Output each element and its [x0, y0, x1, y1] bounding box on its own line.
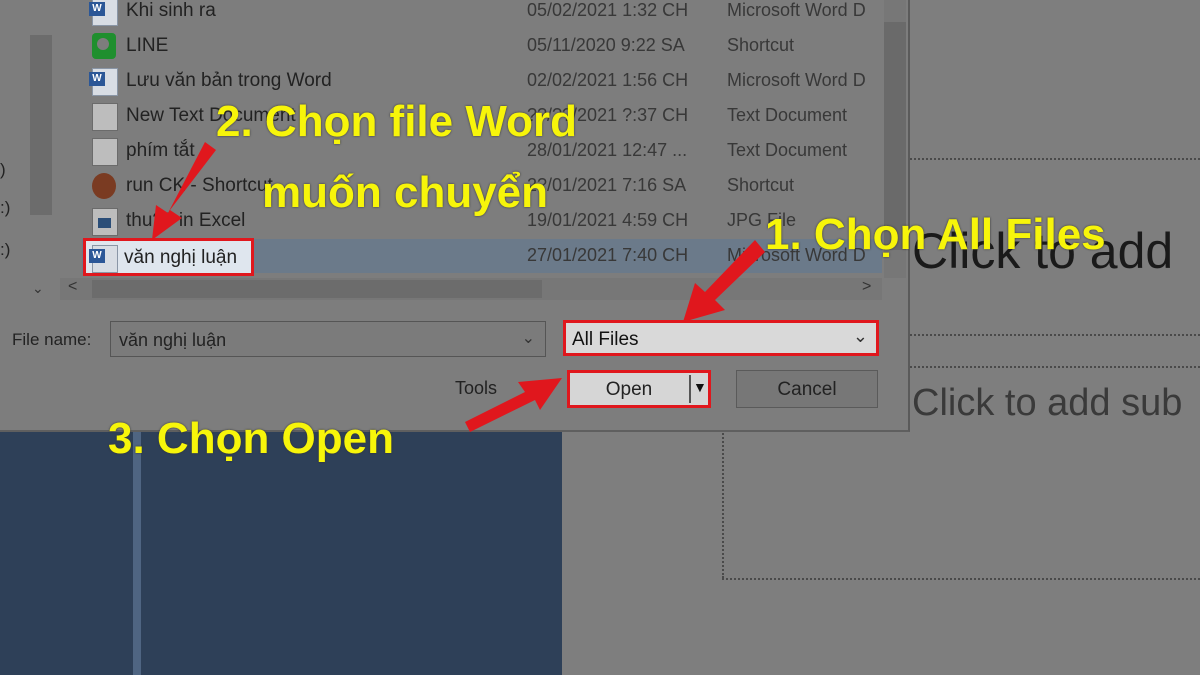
file-name: thu?? in Excel: [126, 210, 246, 231]
file-name-label: File name:: [12, 330, 92, 349]
caret-down-icon[interactable]: ▼: [693, 379, 707, 395]
file-type: Shortcut: [727, 35, 795, 55]
text-doc-icon: [92, 103, 118, 131]
pane-divider[interactable]: [133, 430, 141, 675]
file-type-dropdown[interactable]: All Files ⌄: [563, 320, 879, 356]
file-name: run CK - Shortcut: [126, 175, 273, 196]
file-date: 2?/01/2021 7:16 SA: [527, 175, 687, 195]
file-row[interactable]: Lưu văn bản trong Word 02/02/2021 1:56 C…: [82, 64, 882, 98]
file-name: Khi sinh ra: [126, 0, 216, 21]
file-date: 27/01/2021 7:40 CH: [527, 245, 689, 265]
file-row[interactable]: LINE 05/11/2020 9:22 SA Shortcut: [82, 29, 882, 63]
file-name: phím tắt: [126, 140, 195, 161]
word-doc-icon: [89, 245, 118, 273]
subtitle-placeholder[interactable]: Click to add sub: [912, 382, 1182, 425]
slides-thumbnail-pane: [0, 430, 562, 675]
line-app-icon: [92, 33, 116, 59]
file-name: LINE: [126, 35, 169, 56]
tools-menu[interactable]: Tools: [455, 378, 497, 399]
cancel-button-label: Cancel: [777, 379, 837, 400]
text-doc-icon: [92, 138, 118, 166]
nav-item[interactable]: :): [0, 240, 10, 260]
file-date: 19/01/2021 4:59 CH: [527, 210, 689, 230]
open-button-label: Open: [605, 379, 653, 400]
word-doc-icon: [89, 68, 118, 96]
annotation-step1: 1. Chọn All Files: [765, 210, 1106, 259]
file-date: 05/02/2021 1:32 CH: [527, 0, 689, 20]
cancel-button[interactable]: Cancel: [736, 370, 878, 408]
word-doc-icon: [89, 0, 118, 26]
selected-file-highlight[interactable]: văn nghị luận: [83, 238, 254, 276]
file-type: Shortcut: [727, 175, 795, 195]
file-type: Microsoft Word D: [727, 70, 866, 90]
subtitle-placeholder-border: [722, 578, 1200, 580]
title-placeholder-border: [910, 158, 1200, 160]
file-type: Microsoft Word D: [727, 0, 866, 20]
nav-scrollbar[interactable]: [30, 35, 52, 215]
scroll-right-icon[interactable]: >: [862, 278, 871, 296]
chevron-down-icon[interactable]: ⌄: [32, 280, 44, 297]
scroll-left-icon[interactable]: <: [68, 278, 77, 296]
open-button[interactable]: Open ▼: [567, 370, 711, 408]
nav-item[interactable]: ): [0, 160, 6, 180]
chevron-down-icon[interactable]: ⌄: [522, 328, 535, 348]
annotation-step2-line1: 2. Chọn file Word: [216, 97, 577, 146]
file-name-value: văn nghị luận: [119, 330, 227, 350]
file-row[interactable]: Khi sinh ra 05/02/2021 1:32 CH Microsoft…: [82, 0, 882, 28]
file-type: Text Document: [727, 140, 848, 160]
horizontal-scrollbar-thumb[interactable]: [92, 280, 542, 298]
caret-down-icon[interactable]: ▼: [527, 380, 539, 394]
file-name: Lưu văn bản trong Word: [126, 70, 332, 91]
jpg-file-icon: [92, 208, 118, 236]
title-placeholder-border: [910, 334, 1200, 336]
chevron-down-icon: ⌄: [852, 326, 868, 346]
file-type-value: All Files: [572, 329, 639, 350]
file-type: Text Document: [727, 105, 848, 125]
file-date: 05/11/2020 9:22 SA: [527, 35, 685, 55]
shortcut-game-icon: [92, 173, 116, 199]
file-name: văn nghị luận: [124, 247, 238, 268]
navigation-pane: ) :) :) ⌄: [0, 0, 55, 300]
split-divider: [689, 375, 691, 403]
file-name-input[interactable]: văn nghị luận ⌄: [110, 321, 546, 357]
file-date: 02/02/2021 1:56 CH: [527, 70, 689, 90]
annotation-step3: 3. Chọn Open: [108, 414, 394, 463]
annotation-step2-line2: muốn chuyển: [262, 168, 549, 217]
nav-item[interactable]: :): [0, 198, 10, 218]
